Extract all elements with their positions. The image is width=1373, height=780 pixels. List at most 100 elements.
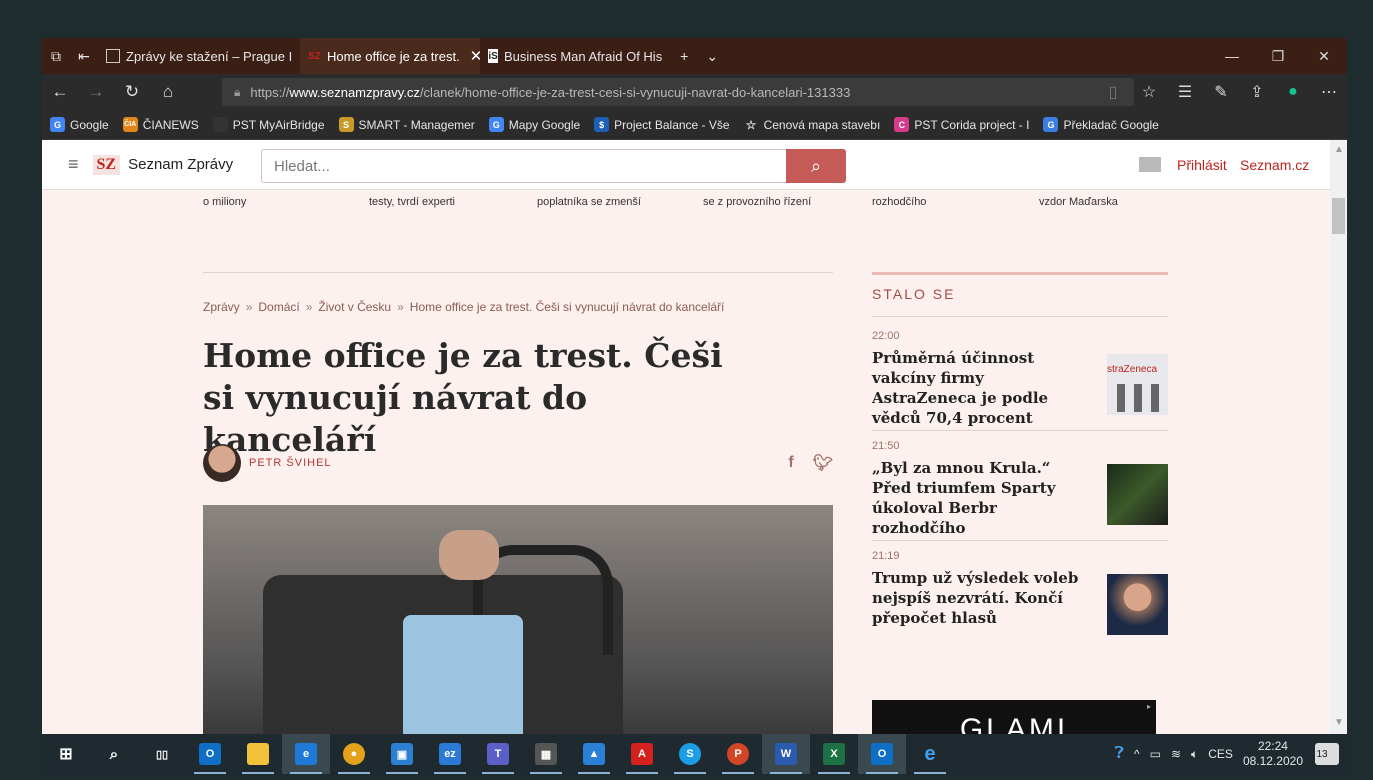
news-headline[interactable]: Průměrná účinnost vakcíny firmy AstraZen… (872, 348, 1092, 428)
bookmark-corida[interactable]: C PST Corida project - I (894, 117, 1029, 132)
strip-item[interactable]: rozhodčího (872, 196, 926, 208)
breadcrumb-item[interactable]: Život v Česku (318, 300, 391, 314)
acrobat-button[interactable]: A (618, 734, 666, 774)
internet-explorer-button[interactable]: e (906, 734, 954, 774)
tab-2[interactable]: SZ Home office je za trest. ✕ (300, 38, 481, 74)
ad-choices-icon[interactable]: ▸ (1147, 702, 1154, 711)
excel-icon: X (823, 743, 845, 765)
share-icon[interactable]: ⇪ (1239, 74, 1275, 110)
search-button[interactable]: ⌕ (786, 149, 846, 183)
avatar[interactable] (203, 444, 241, 482)
strip-item[interactable]: se z provozního řízení (703, 196, 811, 208)
site-name[interactable]: Seznam Zprávy (128, 156, 233, 173)
back-icon[interactable]: ← (42, 74, 78, 110)
vial-shape (1134, 384, 1142, 412)
teams-button[interactable]: T (474, 734, 522, 774)
skype-button[interactable]: S (666, 734, 714, 774)
share-buttons: f 🐦︎ (780, 452, 834, 474)
excel-button[interactable]: X (810, 734, 858, 774)
bookmark-prekladac[interactable]: G Překladač Google (1043, 117, 1159, 132)
news-item[interactable]: 22:00 Průměrná účinnost vakcíny firmy As… (872, 330, 1168, 431)
close-window-icon[interactable]: ✕ (1301, 38, 1347, 74)
ez-button[interactable]: ez (426, 734, 474, 774)
seznam-link[interactable]: Seznam.cz (1240, 157, 1309, 173)
facebook-icon[interactable]: f (780, 452, 802, 474)
news-thumbnail[interactable]: straZeneca (1107, 354, 1168, 415)
tab-bar: ⧉ ⇤ Zprávy ke stažení – Prague I SZ Home… (42, 38, 1347, 74)
word-button[interactable]: W (762, 734, 810, 774)
minimize-icon[interactable]: — (1209, 38, 1255, 74)
chevron-up-icon[interactable]: ^ (1134, 747, 1140, 761)
favorite-star-icon[interactable]: ☆ (1131, 74, 1167, 110)
news-item[interactable]: 21:50 „Byl za mnou Krula.“ Před triumfem… (872, 440, 1168, 541)
sz-logo[interactable]: SZ (92, 154, 121, 175)
volume-icon[interactable]: 🔈︎ (1191, 747, 1198, 762)
wifi-icon[interactable]: ≋ (1171, 747, 1181, 761)
outlook-button[interactable]: O (186, 734, 234, 774)
strip-item[interactable]: poplatníka se zmenší (537, 196, 641, 208)
bookmark-mapy-google[interactable]: G Mapy Google (488, 117, 580, 132)
news-headline[interactable]: „Byl za mnou Krula.“ Před triumfem Spart… (872, 458, 1092, 538)
bookmark-cianews[interactable]: ČIA ČIANEWS (122, 117, 199, 132)
scroll-up-icon[interactable]: ▲ (1334, 144, 1344, 155)
strip-item[interactable]: vzdor Maďarska (1039, 196, 1118, 208)
favorites-hub-icon[interactable]: ☰ (1167, 74, 1203, 110)
mail-icon[interactable] (1139, 157, 1161, 172)
clock[interactable]: 22:24 08.12.2020 (1243, 739, 1303, 769)
edge-button[interactable]: e (282, 734, 330, 774)
notification-center-icon[interactable]: 13 (1315, 743, 1339, 765)
pen-icon[interactable]: ✎ (1203, 74, 1239, 110)
language-indicator[interactable]: CES (1208, 747, 1233, 761)
outlook-2-button[interactable]: O (858, 734, 906, 774)
breadcrumb-item[interactable]: Domácí (258, 300, 299, 314)
news-thumbnail[interactable] (1107, 574, 1168, 635)
twitter-icon[interactable]: 🐦︎ (812, 452, 834, 474)
bookmark-project-balance[interactable]: $ Project Balance - Vše (594, 117, 730, 132)
powerpoint-button[interactable]: P (714, 734, 762, 774)
strip-item[interactable]: testy, tvrdí experti (369, 196, 455, 208)
calculator-button[interactable]: ▦ (522, 734, 570, 774)
bookmark-myairbridge[interactable]: PST MyAirBridge (212, 117, 325, 132)
bookmark-google[interactable]: G Google (50, 117, 109, 132)
file-explorer-button[interactable] (234, 734, 282, 774)
forward-icon[interactable]: → (78, 74, 114, 110)
chrome-button[interactable]: ● (330, 734, 378, 774)
chevron-down-icon[interactable]: ⌄ (698, 38, 726, 74)
refresh-icon[interactable]: ↻ (114, 74, 150, 110)
scrollbar-thumb[interactable] (1332, 198, 1345, 234)
start-button[interactable]: ⊞ (42, 734, 90, 774)
help-icon[interactable]: ❓︎ (1114, 745, 1124, 763)
search-taskbar-button[interactable]: ⌕ (90, 734, 138, 774)
address-bar[interactable]: 🔒︎ https://www.seznamzpravy.cz/clanek/ho… (222, 78, 1134, 106)
restore-icon[interactable]: ❐ (1255, 38, 1301, 74)
tab-actions-icon[interactable]: ⧉ (42, 38, 70, 74)
more-icon[interactable]: ⋯ (1311, 74, 1347, 110)
login-link[interactable]: Přihlásit (1177, 157, 1227, 173)
scrollbar[interactable]: ▲ ▼ (1330, 140, 1347, 734)
bookmark-cenova-mapa[interactable]: ☆ Cenová mapa stavebı (744, 117, 881, 132)
news-item[interactable]: 21:19 Trump už výsledek voleb nejspíš ne… (872, 550, 1168, 635)
hamburger-menu-icon[interactable]: ≡ (68, 154, 79, 175)
breadcrumb-item[interactable]: Zprávy (203, 300, 240, 314)
close-tab-icon[interactable]: ✕ (470, 47, 481, 65)
photos-button[interactable]: ▲ (570, 734, 618, 774)
reading-view-icon[interactable]: ▯ (1095, 74, 1131, 110)
tab-1[interactable]: Zprávy ke stažení – Prague I (98, 38, 300, 74)
battery-icon[interactable]: ▭ (1150, 747, 1161, 761)
new-tab-icon[interactable]: + (670, 38, 698, 74)
strip-item[interactable]: o miliony (203, 196, 246, 208)
bookmark-smart[interactable]: S SMART - Managemer (338, 117, 475, 132)
news-headline[interactable]: Trump už výsledek voleb nejspíš nezvrátí… (872, 568, 1092, 628)
set-aside-tabs-icon[interactable]: ⇤ (70, 38, 98, 74)
grammarly-icon[interactable]: ● (1275, 74, 1311, 110)
scroll-down-icon[interactable]: ▼ (1334, 717, 1344, 728)
glami-ad[interactable]: GLAMI ▸ (872, 700, 1156, 734)
home-icon[interactable]: ⌂ (150, 74, 186, 110)
task-view-button[interactable]: ▯▯ (138, 734, 186, 774)
app-button[interactable]: ▣ (378, 734, 426, 774)
bookmark-label: Project Balance - Vše (614, 117, 730, 132)
search-input[interactable] (262, 150, 782, 182)
tab-3[interactable]: iS Business Man Afraid Of His (480, 38, 670, 74)
author-name[interactable]: PETR ŠVIHEL (249, 457, 332, 469)
news-thumbnail[interactable] (1107, 464, 1168, 525)
